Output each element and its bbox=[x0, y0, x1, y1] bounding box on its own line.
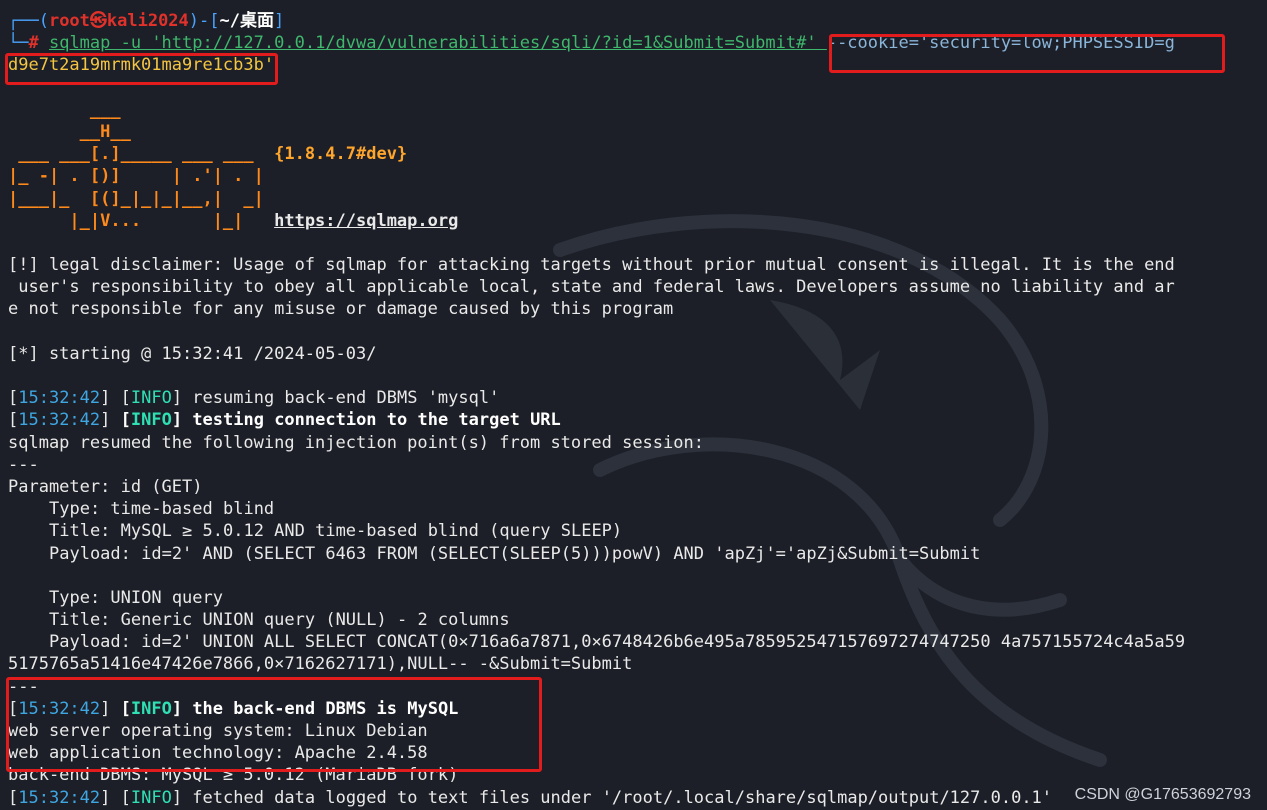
payload-line: Payload: id=2' AND (SELECT 6463 FROM (SE… bbox=[49, 543, 981, 564]
title-line: Title: Generic UNION query (NULL) - 2 co… bbox=[49, 610, 510, 631]
log-line: [15:32:42] [INFO] testing connection to … bbox=[8, 410, 561, 431]
command-line: └─# sqlmap -u 'http://127.0.0.1/dvwa/vul… bbox=[8, 33, 1175, 54]
type-line: Type: UNION query bbox=[49, 587, 223, 608]
terminal-output: ┌──(root㉿kali2024)-[~/桌面] └─# sqlmap -u … bbox=[8, 10, 1263, 809]
tech-line: web application technology: Apache 2.4.5… bbox=[8, 743, 428, 764]
sqlmap-link[interactable]: https://sqlmap.org bbox=[274, 211, 458, 231]
disclaimer-line: [!] legal disclaimer: Usage of sqlmap fo… bbox=[8, 255, 1175, 276]
divider: --- bbox=[8, 676, 39, 697]
sqlmap-banner: ___ __H__ ___ ___[.]_____ ___ ___ {1.8.4… bbox=[8, 99, 459, 231]
parameter-line: Parameter: id (GET) bbox=[8, 476, 203, 497]
resumed-line: sqlmap resumed the following injection p… bbox=[8, 432, 704, 453]
log-line: [15:32:42] [INFO] the back-end DBMS is M… bbox=[8, 698, 459, 719]
prompt-header: ┌──(root㉿kali2024)-[~/桌面] bbox=[8, 11, 285, 31]
dbms-line: back-end DBMS: MySQL ≥ 5.0.12 (MariaDB f… bbox=[8, 765, 459, 786]
type-line: Type: time-based blind bbox=[49, 499, 275, 520]
divider: --- bbox=[8, 454, 39, 475]
version-label: {1.8.4.7#dev} bbox=[274, 144, 408, 165]
starting-line: [*] starting @ 15:32:41 /2024-05-03/ bbox=[8, 343, 377, 364]
disclaimer-line: e not responsible for any misuse or dama… bbox=[8, 299, 674, 320]
command-continuation: d9e7t2a19mrmk01ma9re1cb3b' bbox=[8, 55, 275, 76]
title-line: Title: MySQL ≥ 5.0.12 AND time-based bli… bbox=[49, 521, 623, 542]
os-line: web server operating system: Linux Debia… bbox=[8, 721, 428, 741]
payload-line: Payload: id=2' UNION ALL SELECT CONCAT(0… bbox=[49, 632, 1186, 653]
payload-continuation: 5175765a51416e47426e7866,0×7162627171),N… bbox=[8, 654, 633, 675]
log-line: [15:32:42] [INFO] resuming back-end DBMS… bbox=[8, 388, 500, 409]
csdn-watermark: CSDN @G17653692793 bbox=[1074, 786, 1251, 803]
disclaimer-line: user's responsibility to obey all applic… bbox=[8, 277, 1175, 298]
